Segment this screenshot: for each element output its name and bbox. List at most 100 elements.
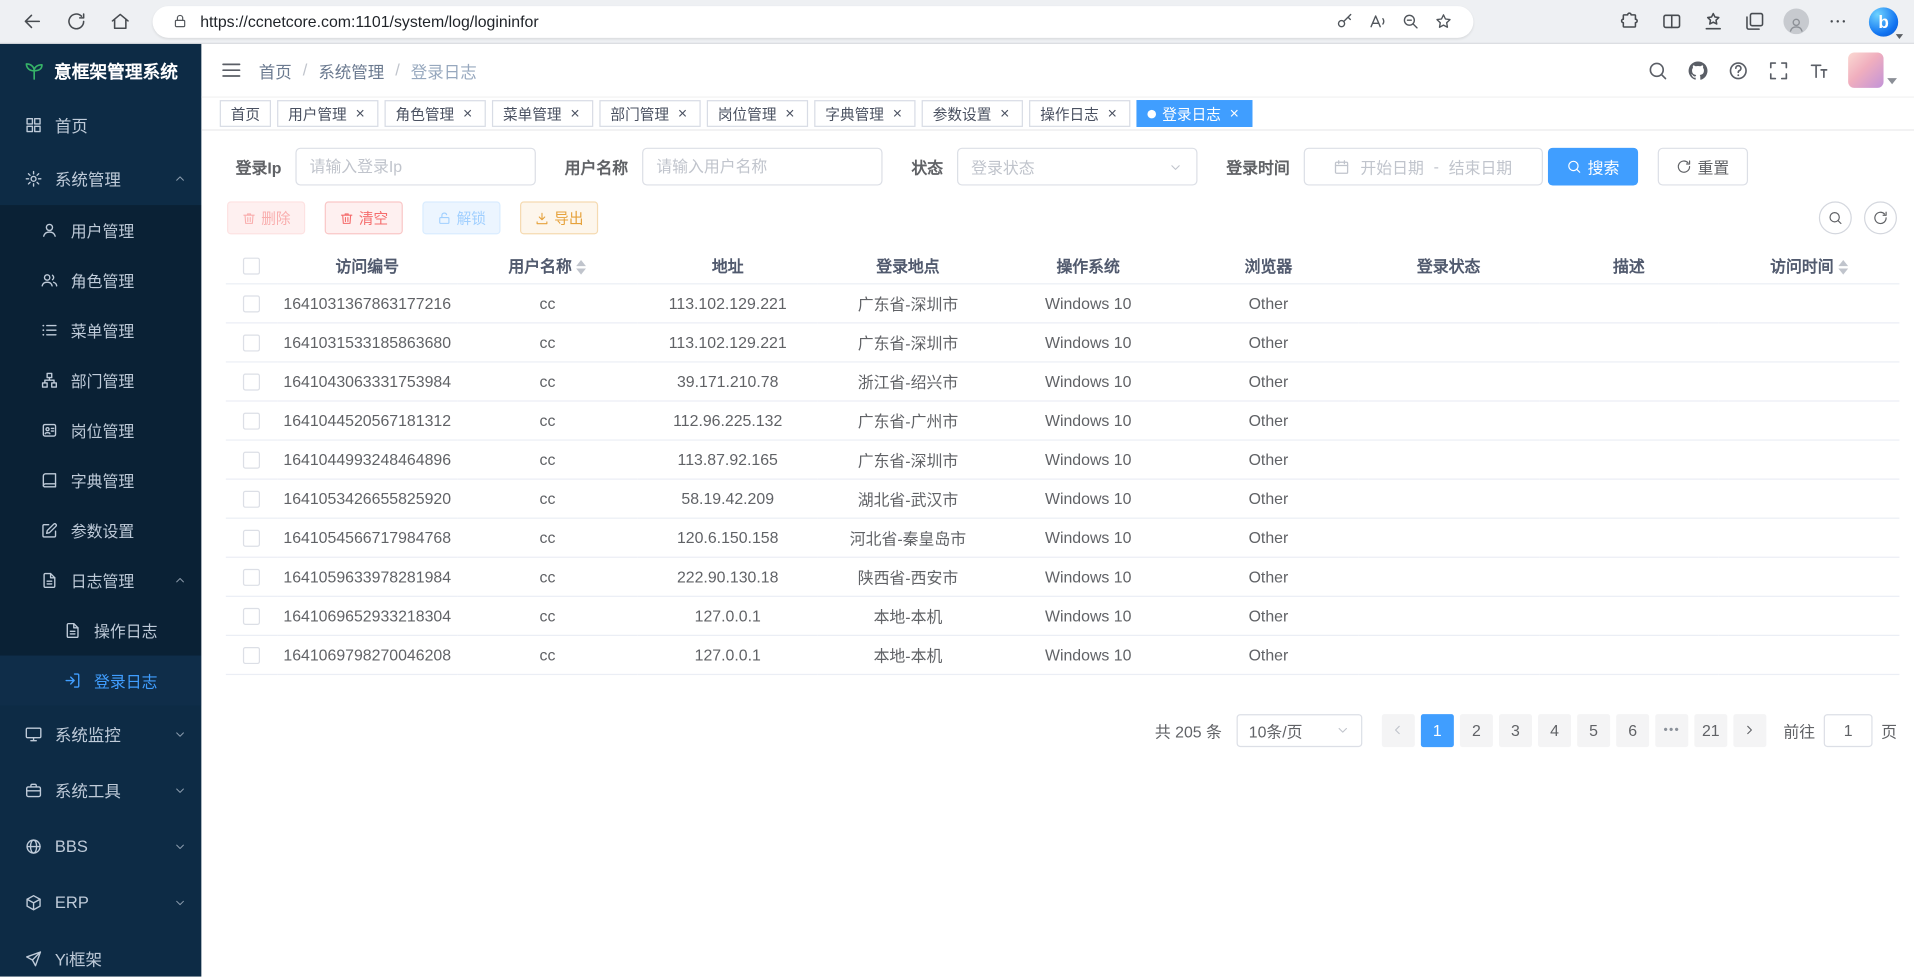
table-row[interactable]: 1641044520567181312 cc 112.96.225.132 广东… <box>226 400 1900 439</box>
tab-dict-mgmt[interactable]: 字典管理× <box>814 100 915 127</box>
font-size-icon[interactable] <box>1808 59 1830 81</box>
more-pages-button[interactable]: ••• <box>1655 713 1688 746</box>
collections-icon[interactable] <box>1736 3 1773 40</box>
help-icon[interactable] <box>1727 59 1749 81</box>
login-ip-input[interactable] <box>295 148 535 186</box>
breadcrumb-home[interactable]: 首页 <box>259 58 292 82</box>
tab-oper-log[interactable]: 操作日志× <box>1029 100 1130 127</box>
sort-icon[interactable] <box>1839 260 1849 275</box>
close-tab-icon[interactable]: × <box>890 106 905 121</box>
sidebar-item-erp[interactable]: ERP <box>0 874 201 930</box>
row-checkbox[interactable] <box>243 451 260 468</box>
close-tab-icon[interactable]: × <box>997 106 1012 121</box>
collapse-sidebar-icon[interactable] <box>220 59 243 82</box>
clear-button[interactable]: 清空 <box>325 201 403 234</box>
fullscreen-icon[interactable] <box>1768 59 1790 81</box>
row-checkbox[interactable] <box>243 412 260 429</box>
search-icon[interactable] <box>1647 59 1669 81</box>
close-tab-icon[interactable]: × <box>675 106 690 121</box>
tab-home[interactable]: 首页 <box>220 100 271 127</box>
row-checkbox[interactable] <box>243 530 260 547</box>
toggle-search-button[interactable] <box>1819 201 1852 234</box>
sidebar-item-bbs[interactable]: BBS <box>0 818 201 874</box>
row-checkbox[interactable] <box>243 490 260 507</box>
next-page-button[interactable] <box>1733 713 1766 746</box>
close-tab-icon[interactable]: × <box>1227 106 1242 121</box>
browser-home-button[interactable] <box>100 3 139 40</box>
delete-button[interactable]: 删除 <box>227 201 305 234</box>
search-button[interactable]: 搜索 <box>1547 148 1637 186</box>
page-button-4[interactable]: 4 <box>1538 713 1571 746</box>
sidebar-item-role-mgmt[interactable]: 角色管理 <box>0 255 201 305</box>
select-all-checkbox[interactable] <box>243 258 260 275</box>
sidebar-item-dict-mgmt[interactable]: 字典管理 <box>0 455 201 505</box>
row-checkbox[interactable] <box>243 569 260 586</box>
page-button-last[interactable]: 21 <box>1694 713 1727 746</box>
breadcrumb-system-mgmt[interactable]: 系统管理 <box>318 58 384 82</box>
page-button-3[interactable]: 3 <box>1499 713 1532 746</box>
unlock-button[interactable]: 解锁 <box>422 201 500 234</box>
browser-profile-avatar[interactable] <box>1777 3 1814 40</box>
read-aloud-icon[interactable] <box>1361 8 1394 35</box>
sidebar-item-param-settings[interactable]: 参数设置 <box>0 505 201 555</box>
row-checkbox[interactable] <box>243 608 260 625</box>
status-select[interactable]: 登录状态 <box>957 148 1197 186</box>
user-name-input[interactable] <box>642 148 882 186</box>
date-range-picker[interactable]: 开始日期 - 结束日期 <box>1303 148 1542 186</box>
bing-sidebar-button[interactable]: b <box>1865 3 1902 40</box>
page-button-5[interactable]: 5 <box>1577 713 1610 746</box>
table-row[interactable]: 1641069798270046208 cc 127.0.0.1 本地-本机 W… <box>226 635 1900 674</box>
page-button-2[interactable]: 2 <box>1460 713 1493 746</box>
address-bar[interactable]: https://ccnetcore.com:1101/system/log/lo… <box>153 5 1474 37</box>
browser-settings-ellipsis-icon[interactable] <box>1819 3 1856 40</box>
close-tab-icon[interactable]: × <box>353 106 368 121</box>
site-security-lock-icon[interactable] <box>166 10 193 32</box>
row-checkbox[interactable] <box>243 295 260 312</box>
sidebar-item-yi-framework[interactable]: Yi框架 <box>0 930 201 976</box>
sidebar-item-system-mgmt[interactable]: 系统管理 <box>0 151 201 205</box>
url-text[interactable]: https://ccnetcore.com:1101/system/log/lo… <box>200 12 1328 30</box>
row-checkbox[interactable] <box>243 647 260 664</box>
page-button-6[interactable]: 6 <box>1616 713 1649 746</box>
sort-icon[interactable] <box>577 260 587 275</box>
sidebar-item-menu-mgmt[interactable]: 菜单管理 <box>0 305 201 355</box>
zoom-out-icon[interactable] <box>1394 8 1427 35</box>
refresh-table-button[interactable] <box>1864 201 1897 234</box>
sidebar-item-system-monitor[interactable]: 系统监控 <box>0 706 201 762</box>
favorites-bar-icon[interactable] <box>1694 3 1731 40</box>
table-row[interactable]: 1641069652933218304 cc 127.0.0.1 本地-本机 W… <box>226 596 1900 635</box>
sidebar-item-log-mgmt[interactable]: 日志管理 <box>0 555 201 605</box>
tab-user-mgmt[interactable]: 用户管理× <box>277 100 378 127</box>
sidebar-item-system-tools[interactable]: 系统工具 <box>0 762 201 818</box>
sidebar-item-post-mgmt[interactable]: 岗位管理 <box>0 405 201 455</box>
tab-param-settings[interactable]: 参数设置× <box>922 100 1023 127</box>
table-row[interactable]: 1641059633978281984 cc 222.90.130.18 陕西省… <box>226 557 1900 596</box>
close-tab-icon[interactable]: × <box>568 106 583 121</box>
sidebar-item-home[interactable]: 首页 <box>0 98 201 152</box>
github-icon[interactable] <box>1687 59 1709 81</box>
reset-button[interactable]: 重置 <box>1657 148 1747 186</box>
prev-page-button[interactable] <box>1382 713 1415 746</box>
split-screen-icon[interactable] <box>1653 3 1690 40</box>
sidebar-item-dept-mgmt[interactable]: 部门管理 <box>0 355 201 405</box>
extensions-puzzle-icon[interactable] <box>1611 3 1648 40</box>
tab-role-mgmt[interactable]: 角色管理× <box>385 100 486 127</box>
app-logo[interactable]: 意框架管理系统 <box>0 44 201 98</box>
tab-login-log[interactable]: 登录日志× <box>1137 100 1253 127</box>
export-button[interactable]: 导出 <box>520 201 598 234</box>
password-key-icon[interactable] <box>1328 8 1361 35</box>
user-avatar-menu[interactable] <box>1848 52 1897 87</box>
close-tab-icon[interactable]: × <box>783 106 798 121</box>
tab-menu-mgmt[interactable]: 菜单管理× <box>492 100 593 127</box>
table-row[interactable]: 1641044993248464896 cc 113.87.92.165 广东省… <box>226 439 1900 478</box>
sidebar-item-oper-log[interactable]: 操作日志 <box>0 605 201 655</box>
page-size-select[interactable]: 10条/页 <box>1237 713 1363 746</box>
row-checkbox[interactable] <box>243 334 260 351</box>
table-row[interactable]: 1641053426655825920 cc 58.19.42.209 湖北省-… <box>226 479 1900 518</box>
tab-post-mgmt[interactable]: 岗位管理× <box>707 100 808 127</box>
sidebar-item-user-mgmt[interactable]: 用户管理 <box>0 205 201 255</box>
browser-back-button[interactable] <box>12 3 51 40</box>
close-tab-icon[interactable]: × <box>1105 106 1120 121</box>
table-row[interactable]: 1641054566717984768 cc 120.6.150.158 河北省… <box>226 518 1900 557</box>
add-favorite-star-icon[interactable] <box>1427 8 1460 35</box>
